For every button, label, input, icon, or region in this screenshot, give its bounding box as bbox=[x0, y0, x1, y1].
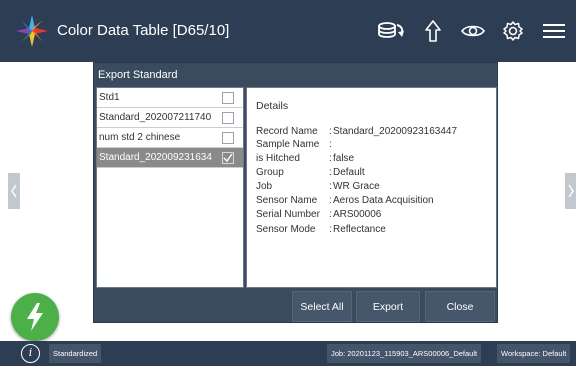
previous-arrow-button[interactable] bbox=[8, 173, 20, 209]
detail-key: Sample Name bbox=[256, 139, 320, 150]
export-standard-dialog: Export Standard Std1 Standard_2020072117… bbox=[93, 62, 498, 323]
list-item-label: Standard_202009231634 bbox=[99, 152, 212, 163]
detail-row-record-name: Record Name:Standard_20200923163447 bbox=[256, 126, 458, 137]
checkbox[interactable] bbox=[222, 132, 234, 144]
measure-fab-button[interactable] bbox=[11, 293, 59, 341]
detail-key: Serial Number bbox=[256, 209, 320, 220]
detail-value: ARS00006 bbox=[333, 209, 382, 220]
detail-key: Sensor Mode bbox=[256, 224, 316, 235]
info-icon[interactable]: i bbox=[21, 344, 40, 363]
lightning-bolt-icon bbox=[27, 303, 43, 331]
detail-value: WR Grace bbox=[333, 181, 380, 192]
job-status: Job: 20201123_115903_ARS00006_Default bbox=[327, 344, 482, 363]
standardized-status: Standardized bbox=[49, 344, 102, 363]
select-all-button[interactable]: Select All bbox=[292, 291, 352, 322]
detail-key: is Hitched bbox=[256, 153, 300, 164]
detail-row-serial-number: Serial Number:ARS00006 bbox=[256, 209, 382, 220]
detail-value: false bbox=[333, 153, 355, 164]
list-item-label: num std 2 chinese bbox=[99, 132, 181, 143]
upload-arrow-icon[interactable] bbox=[419, 17, 447, 45]
gear-icon[interactable] bbox=[499, 17, 527, 45]
detail-key: Record Name bbox=[256, 126, 318, 137]
list-item[interactable]: Std1 bbox=[97, 88, 243, 108]
detail-key: Job bbox=[256, 181, 273, 192]
detail-value: Reflectance bbox=[333, 224, 386, 235]
close-button[interactable]: Close bbox=[425, 291, 495, 322]
detail-value: Aeros Data Acquisition bbox=[333, 195, 434, 206]
detail-key: Group bbox=[256, 167, 284, 178]
dialog-title: Export Standard bbox=[98, 69, 178, 81]
checkmark-icon bbox=[223, 153, 233, 163]
detail-key: Sensor Name bbox=[256, 195, 318, 206]
detail-row-sensor-name: Sensor Name:Aeros Data Acquisition bbox=[256, 195, 434, 206]
list-item[interactable]: Standard_202007211740 bbox=[97, 108, 243, 128]
detail-value: Standard_20200923163447 bbox=[333, 126, 458, 137]
app-title: Color Data Table [D65/10] bbox=[57, 22, 230, 39]
standards-list: Std1 Standard_202007211740 num std 2 chi… bbox=[96, 87, 244, 288]
app-logo-icon bbox=[14, 13, 50, 49]
detail-row-job: Job:WR Grace bbox=[256, 181, 380, 192]
checkbox[interactable] bbox=[222, 112, 234, 124]
detail-value: Default bbox=[333, 167, 365, 178]
next-arrow-button[interactable] bbox=[565, 173, 576, 209]
detail-row-sensor-mode: Sensor Mode:Reflectance bbox=[256, 224, 386, 235]
detail-row-group: Group:Default bbox=[256, 167, 365, 178]
eye-icon[interactable] bbox=[459, 17, 487, 45]
export-button[interactable]: Export bbox=[356, 291, 420, 322]
list-item[interactable]: num std 2 chinese bbox=[97, 128, 243, 148]
chevron-right-icon bbox=[568, 184, 574, 198]
workspace-status: Workspace: Default bbox=[497, 344, 571, 363]
status-bar: i Standardized Job: 20201123_115903_ARS0… bbox=[0, 341, 576, 366]
detail-row-sample-name: Sample Name: bbox=[256, 139, 332, 150]
list-item-selected[interactable]: Standard_202009231634 bbox=[97, 148, 243, 168]
checkbox-checked[interactable] bbox=[222, 152, 234, 164]
details-heading: Details bbox=[256, 100, 289, 112]
menu-icon[interactable] bbox=[540, 17, 568, 45]
checkbox[interactable] bbox=[222, 92, 234, 104]
detail-row-is-hitched: is Hitched:false bbox=[256, 153, 355, 164]
details-panel: Details Record Name:Standard_20200923163… bbox=[246, 87, 497, 288]
list-item-label: Standard_202007211740 bbox=[99, 112, 212, 123]
title-bar: Color Data Table [D65/10] bbox=[0, 0, 576, 62]
cloud-sync-icon[interactable] bbox=[377, 17, 405, 45]
list-item-label: Std1 bbox=[99, 92, 120, 103]
chevron-left-icon bbox=[11, 184, 17, 198]
